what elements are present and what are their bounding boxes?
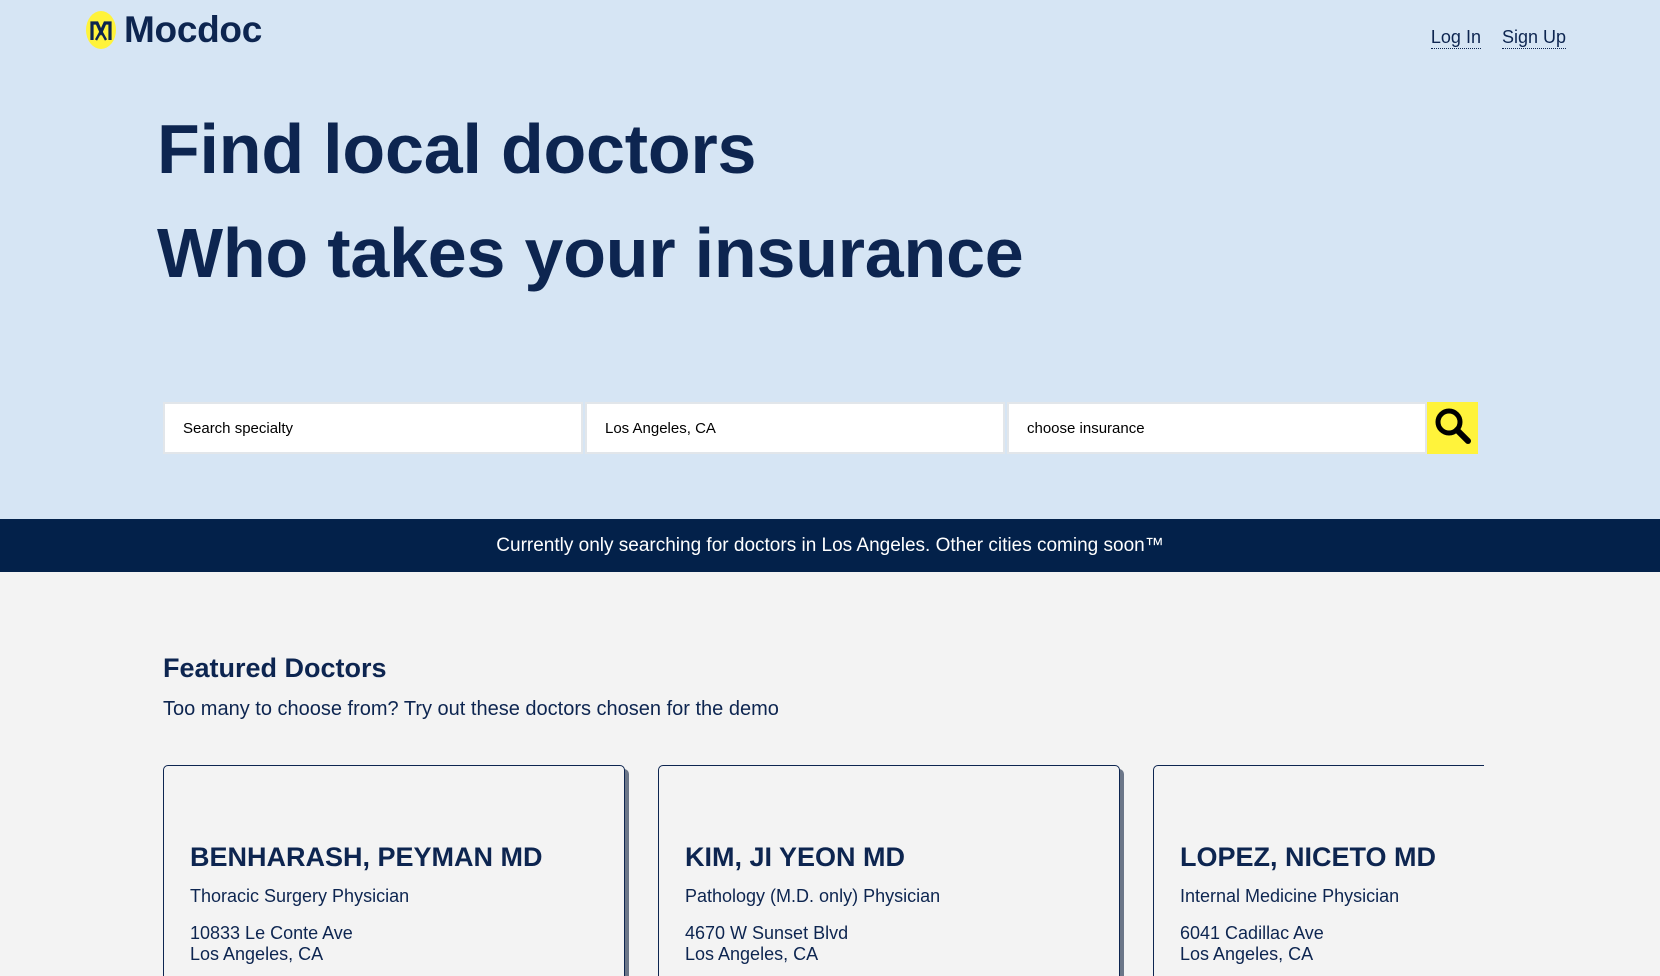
location-input[interactable] — [605, 404, 1003, 452]
notice-banner: Currently only searching for doctors in … — [0, 519, 1660, 572]
brand-name: Mocdoc — [124, 9, 262, 50]
doctor-specialty: Pathology (M.D. only) Physician — [685, 886, 941, 906]
hero-headline-line1: Find local doctors — [157, 110, 757, 188]
specialty-input[interactable] — [183, 404, 581, 452]
hero-headline-line2: Who takes your insurance — [157, 214, 1024, 292]
doctor-card[interactable]: BENHARASH, PEYMAN MD Thoracic Surgery Ph… — [163, 765, 625, 976]
doctor-name: BENHARASH, PEYMAN MD — [190, 842, 543, 872]
doctor-cards-carousel: BENHARASH, PEYMAN MD Thoracic Surgery Ph… — [163, 765, 1484, 976]
doctor-card[interactable]: KIM, JI YEON MD Pathology (M.D. only) Ph… — [658, 765, 1120, 976]
location-field-wrap — [585, 402, 1005, 454]
doctor-specialty: Internal Medicine Physician — [1180, 886, 1400, 906]
doctor-name: KIM, JI YEON MD — [685, 842, 906, 872]
signup-link[interactable]: Sign Up — [1501, 26, 1566, 49]
doctor-address-line2: Los Angeles, CA — [1180, 944, 1314, 964]
doctor-address-line1: 4670 W Sunset Blvd — [685, 923, 849, 943]
featured-doctors-title: Featured Doctors — [163, 653, 387, 683]
doctor-address-line1: 6041 Cadillac Ave — [1180, 923, 1324, 943]
doctor-address-line1: 10833 Le Conte Ave — [190, 923, 353, 943]
doctor-card[interactable]: LOPEZ, NICETO MD Internal Medicine Physi… — [1153, 765, 1484, 976]
logo[interactable]: Mocdoc — [84, 10, 262, 50]
doctor-address-line2: Los Angeles, CA — [190, 944, 324, 964]
doctor-name: LOPEZ, NICETO MD — [1180, 842, 1437, 872]
insurance-input[interactable] — [1027, 404, 1425, 452]
m-logo-icon — [84, 10, 118, 50]
notice-banner-text: Currently only searching for doctors in … — [496, 534, 1164, 556]
top-nav: Log In Sign Up — [1430, 26, 1566, 49]
login-link[interactable]: Log In — [1430, 26, 1481, 49]
doctor-address-line2: Los Angeles, CA — [685, 944, 819, 964]
specialty-field-wrap — [163, 402, 583, 454]
insurance-field-wrap — [1007, 402, 1427, 454]
hero-section: Mocdoc Log In Sign Up Find local doctors… — [0, 0, 1660, 519]
doctor-specialty: Thoracic Surgery Physician — [190, 886, 410, 906]
featured-doctors-subtitle: Too many to choose from? Try out these d… — [163, 698, 779, 720]
search-bar — [163, 402, 1478, 454]
search-button[interactable] — [1427, 402, 1478, 454]
search-icon — [1433, 406, 1473, 451]
